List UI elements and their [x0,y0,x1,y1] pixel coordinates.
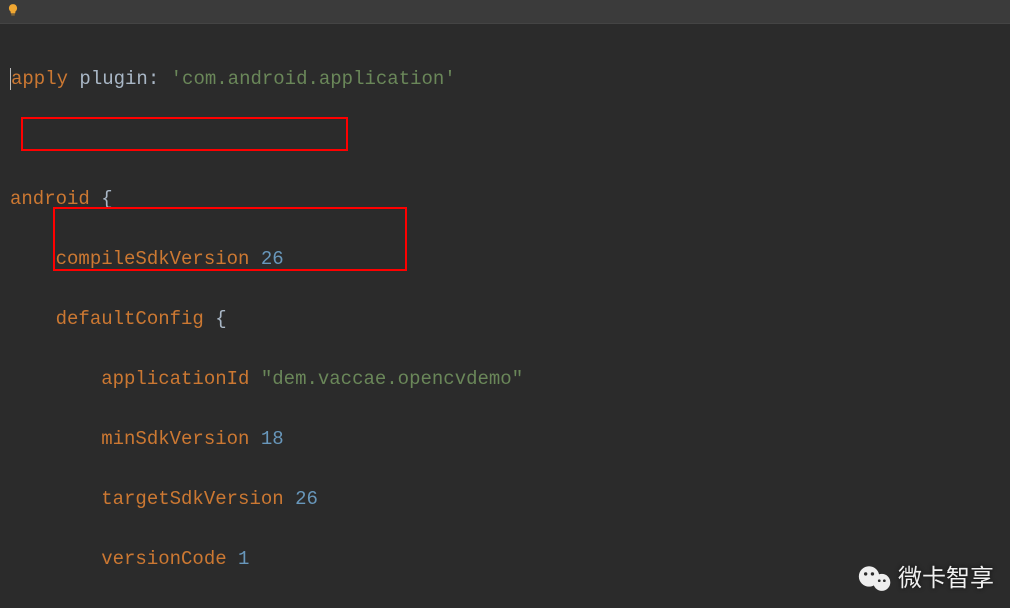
code-text[interactable]: apply plugin: 'com.android.application' … [0,24,1010,608]
applicationId-val: "dem.vaccae.opencvdemo" [261,368,523,390]
watermark: 微卡智享 [858,564,994,594]
kw-android: android [10,188,90,210]
compileSdkVersion-val: 26 [261,248,284,270]
wechat-icon [858,564,892,594]
compileSdkVersion-key: compileSdkVersion [56,248,250,270]
minSdkVersion-key: minSdkVersion [101,428,249,450]
versionCode-val: 1 [238,548,249,570]
watermark-text: 微卡智享 [898,564,994,594]
plugin-value: 'com.android.application' [171,68,456,90]
code-editor[interactable]: apply plugin: 'com.android.application' … [0,0,1010,608]
versionCode-key: versionCode [101,548,226,570]
kw-apply: apply [11,68,68,90]
hint-bar [0,0,1010,24]
targetSdkVersion-val: 26 [295,488,318,510]
lightbulb-icon [6,3,20,17]
targetSdkVersion-key: targetSdkVersion [101,488,283,510]
kw-plugin: plugin [79,68,147,90]
minSdkVersion-val: 18 [261,428,284,450]
defaultConfig-key: defaultConfig [56,308,204,330]
applicationId-key: applicationId [101,368,249,390]
